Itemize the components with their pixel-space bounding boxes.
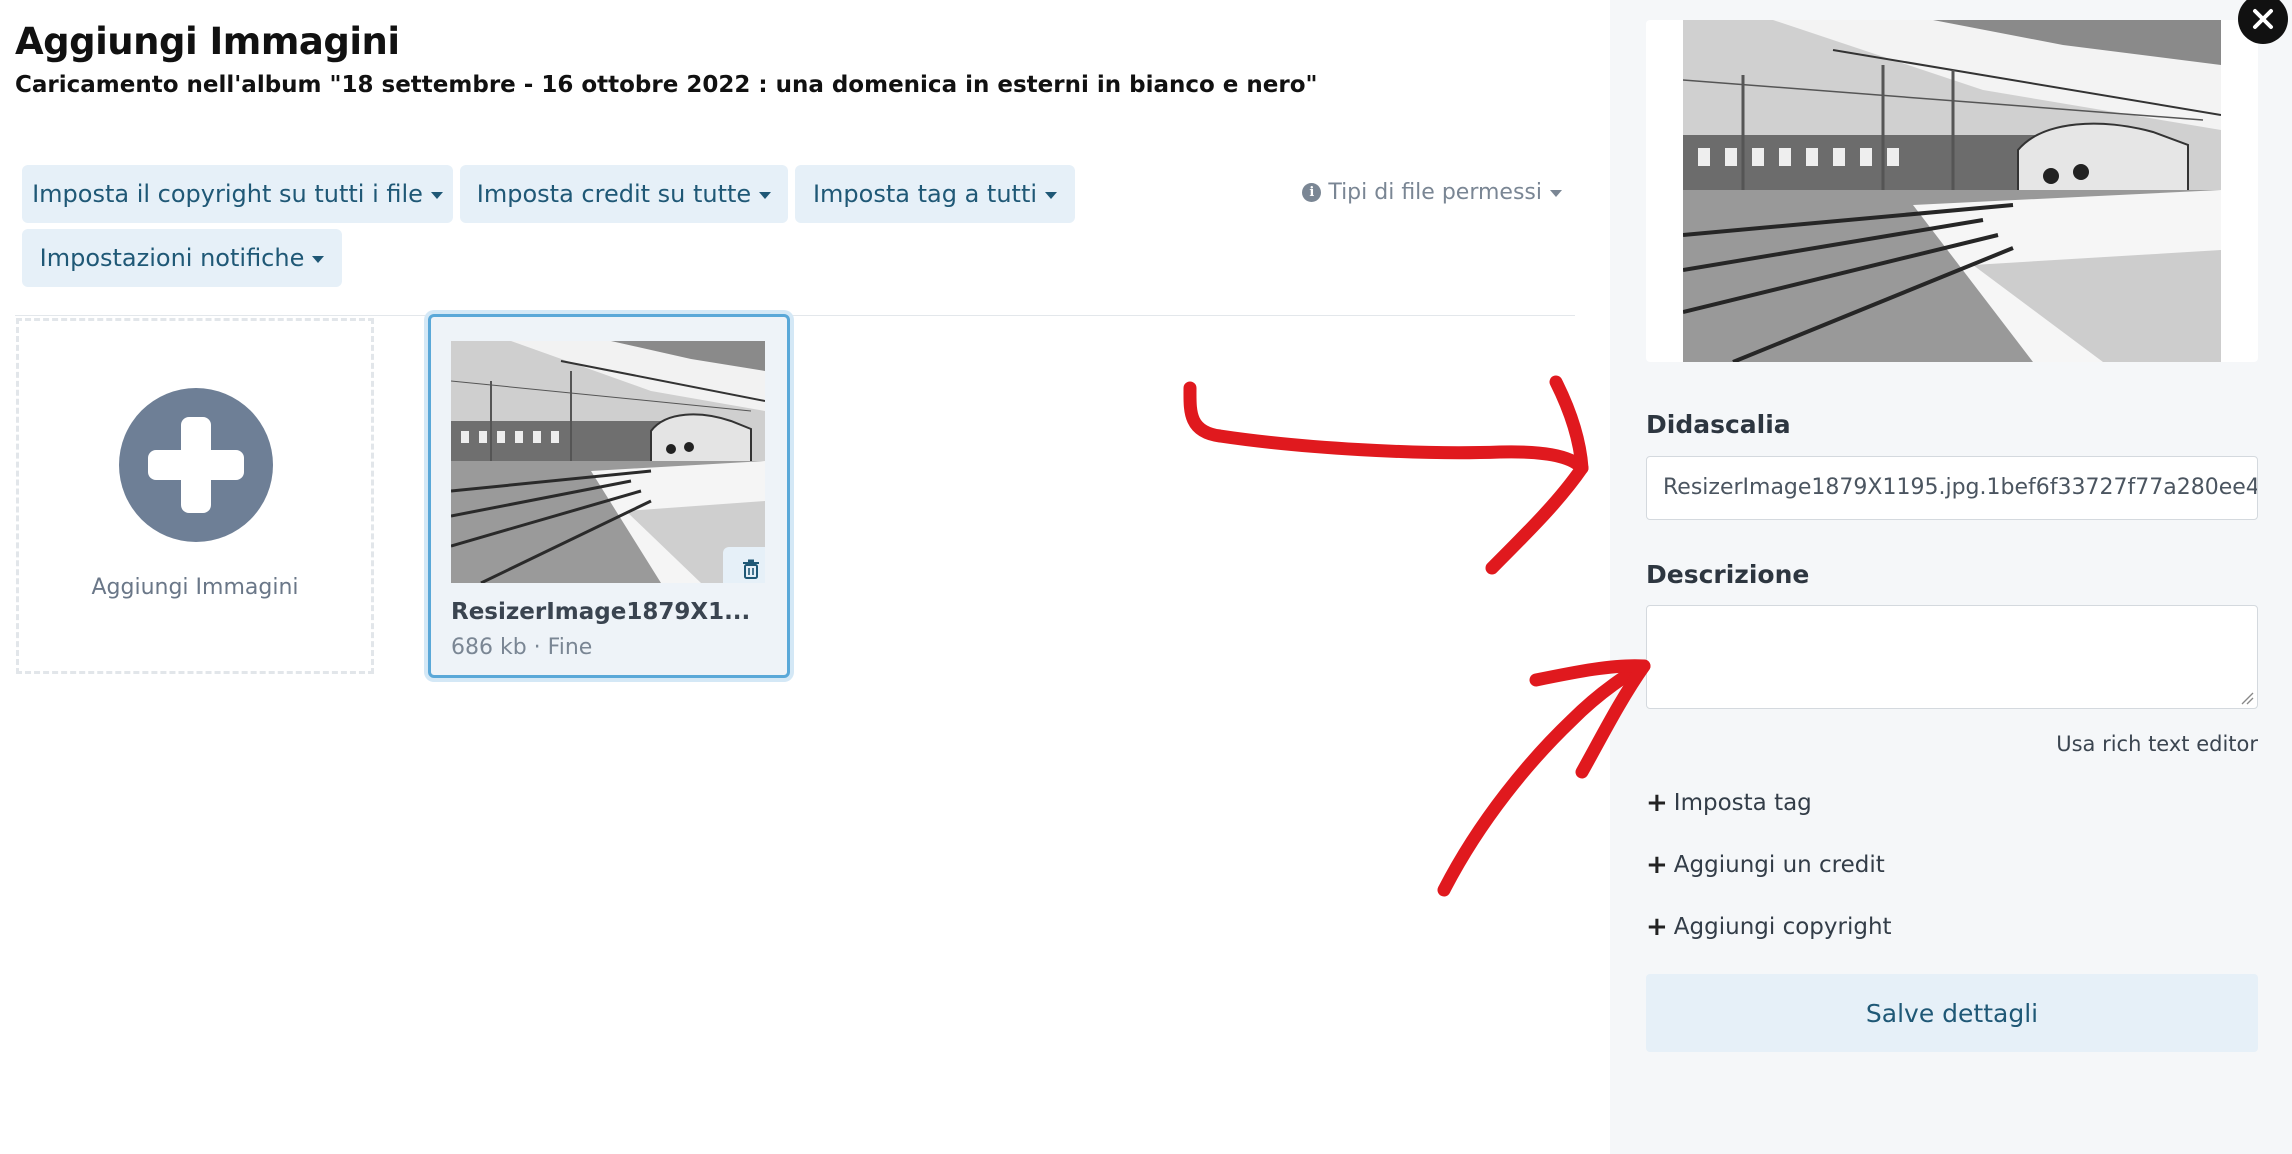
caret-down-icon bbox=[430, 191, 443, 199]
trash-icon bbox=[743, 559, 759, 579]
notification-settings-button[interactable]: Impostazioni notifiche bbox=[22, 229, 342, 287]
delete-file-button[interactable] bbox=[723, 547, 765, 583]
notification-settings-label: Impostazioni notifiche bbox=[39, 244, 305, 272]
plus-icon: + bbox=[1646, 912, 1668, 942]
caret-down-icon bbox=[759, 191, 772, 199]
resize-grip-icon[interactable] bbox=[2240, 691, 2254, 705]
rich-text-editor-link[interactable]: Usa rich text editor bbox=[2056, 732, 2258, 756]
file-thumbnail bbox=[451, 341, 765, 583]
add-copyright-label: Aggiungi copyright bbox=[1673, 914, 1892, 940]
divider bbox=[15, 315, 1575, 316]
set-tag-label: Imposta tag bbox=[1673, 790, 1812, 816]
file-name: ResizerImage1879X1... bbox=[451, 599, 751, 625]
add-copyright-link[interactable]: + Aggiungi copyright bbox=[1646, 912, 1892, 942]
allowed-file-types-label: Tipi di file permessi bbox=[1328, 180, 1542, 205]
set-credit-all-button[interactable]: Imposta credit su tutte bbox=[460, 165, 788, 223]
allowed-file-types-dropdown[interactable]: i Tipi di file permessi bbox=[1302, 180, 1562, 205]
plus-icon: + bbox=[1646, 788, 1668, 818]
set-tag-all-button[interactable]: Imposta tag a tutti bbox=[795, 165, 1075, 223]
info-icon: i bbox=[1302, 183, 1322, 202]
caption-label: Didascalia bbox=[1646, 410, 1791, 439]
uploaded-file-card[interactable]: ResizerImage1879X1... 686 kb · Fine bbox=[428, 314, 790, 678]
set-tag-all-label: Imposta tag a tutti bbox=[812, 180, 1038, 208]
page-title: Aggiungi Immagini bbox=[15, 20, 400, 63]
close-icon bbox=[2253, 9, 2273, 29]
save-details-button[interactable]: Salve dettagli bbox=[1646, 974, 2258, 1052]
add-credit-label: Aggiungi un credit bbox=[1673, 852, 1885, 878]
plus-circle-icon bbox=[119, 388, 273, 542]
set-copyright-all-label: Imposta il copyright su tutti i file bbox=[32, 180, 423, 208]
image-preview bbox=[1646, 20, 2258, 362]
album-subtitle: Caricamento nell'album "18 settembre - 1… bbox=[15, 72, 1318, 98]
caption-input[interactable]: ResizerImage1879X1195.jpg.1bef6f33727f77… bbox=[1646, 456, 2258, 520]
file-meta: 686 kb · Fine bbox=[451, 635, 593, 660]
set-copyright-all-button[interactable]: Imposta il copyright su tutti i file bbox=[22, 165, 453, 223]
plus-icon: + bbox=[1646, 850, 1668, 880]
caret-down-icon bbox=[1045, 191, 1058, 199]
caret-down-icon bbox=[312, 255, 325, 263]
add-credit-link[interactable]: + Aggiungi un credit bbox=[1646, 850, 1885, 880]
add-images-tile[interactable]: Aggiungi Immagini bbox=[16, 318, 374, 674]
description-label: Descrizione bbox=[1646, 560, 1810, 589]
description-textarea[interactable] bbox=[1646, 605, 2258, 709]
caret-down-icon bbox=[1550, 190, 1562, 197]
upload-main-area: Aggiungi Immagini Caricamento nell'album… bbox=[0, 0, 1610, 1154]
add-images-label: Aggiungi Immagini bbox=[91, 575, 299, 600]
preview-photo bbox=[1683, 20, 2221, 362]
set-credit-all-label: Imposta credit su tutte bbox=[476, 180, 752, 208]
details-panel: Didascalia ResizerImage1879X1195.jpg.1be… bbox=[1610, 0, 2292, 1154]
set-tag-link[interactable]: + Imposta tag bbox=[1646, 788, 1812, 818]
